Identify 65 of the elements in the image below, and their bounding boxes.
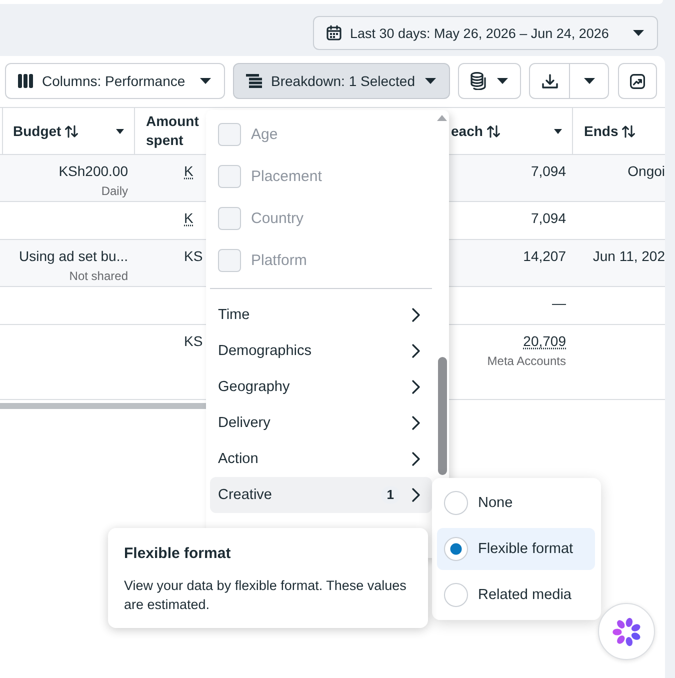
column-header[interactable]: Ends bbox=[573, 108, 665, 154]
caret-icon bbox=[633, 30, 644, 36]
sort-icon bbox=[65, 124, 78, 138]
caret-icon bbox=[200, 78, 211, 84]
table-cell: — bbox=[552, 294, 566, 312]
chevron-icon bbox=[412, 344, 420, 358]
tooltip-text: View your data by flexible format. These values are estimated. bbox=[124, 577, 408, 614]
radio-button[interactable] bbox=[444, 583, 468, 607]
vertical-scrollbar[interactable] bbox=[438, 357, 447, 475]
chevron-icon bbox=[412, 488, 420, 502]
caret-icon bbox=[554, 128, 562, 134]
coin-stack-icon bbox=[470, 72, 487, 90]
table-cell: KSh200.00 bbox=[58, 162, 128, 180]
table-cell: 7,094 bbox=[530, 209, 566, 227]
caret-icon bbox=[116, 128, 124, 134]
download-options-button[interactable] bbox=[569, 63, 609, 99]
chart-button[interactable] bbox=[618, 63, 657, 99]
columns-icon bbox=[18, 74, 33, 88]
caret-icon bbox=[584, 78, 594, 84]
download-button[interactable] bbox=[529, 63, 570, 99]
caret-icon bbox=[497, 78, 508, 84]
petal-ring-icon bbox=[612, 616, 642, 646]
radio-option[interactable]: Flexible format bbox=[437, 528, 595, 570]
sort-icon bbox=[486, 124, 500, 138]
chevron-icon bbox=[412, 380, 420, 394]
coin-stack-menu-button[interactable] bbox=[458, 63, 521, 99]
caret-icon bbox=[425, 78, 436, 84]
radio-option[interactable]: None bbox=[437, 482, 595, 524]
tooltip-title: Flexible format bbox=[124, 544, 232, 564]
table-cell: KS bbox=[184, 247, 203, 265]
menu-item[interactable]: Delivery bbox=[210, 405, 432, 441]
menu-item[interactable]: Time bbox=[210, 297, 432, 333]
columns-button[interactable]: Columns: Performance bbox=[5, 63, 225, 99]
chevron-icon bbox=[412, 416, 420, 430]
date-range-button[interactable]: Last 30 days: May 26, 2026 – Jun 24, 2026 bbox=[313, 16, 658, 50]
radio-button[interactable] bbox=[444, 537, 468, 561]
menu-item[interactable]: Demographics bbox=[210, 333, 432, 369]
breakdown-icon bbox=[246, 74, 262, 88]
menu-item[interactable]: Action bbox=[210, 441, 432, 477]
table-cell: 14,207 bbox=[523, 247, 566, 265]
column-header[interactable]: Budget bbox=[2, 108, 135, 154]
cell-note: Meta Accounts bbox=[487, 353, 566, 369]
table-cell: Jun 11, 202 bbox=[592, 247, 665, 265]
table-cell: Using ad set bu... bbox=[19, 247, 128, 265]
column-header[interactable]: each bbox=[450, 108, 573, 154]
table-cell: Ongoi bbox=[628, 162, 665, 180]
scroll-up-icon bbox=[437, 115, 447, 121]
table-cell: 7,094 bbox=[530, 162, 566, 180]
radio-option[interactable]: Related media bbox=[437, 574, 595, 616]
table-cell: KS bbox=[184, 332, 203, 350]
radio-button[interactable] bbox=[444, 491, 468, 515]
sort-icon bbox=[622, 124, 636, 138]
chart-icon bbox=[630, 74, 645, 88]
table-cell: K bbox=[184, 209, 194, 227]
breakdown-button[interactable]: Breakdown: 1 Selected bbox=[233, 63, 450, 99]
cell-note: Not shared bbox=[69, 268, 128, 284]
menu-item[interactable]: Geography bbox=[210, 369, 432, 405]
download-icon bbox=[542, 74, 558, 88]
table-cell: K bbox=[184, 162, 194, 180]
chevron-icon bbox=[412, 452, 420, 466]
calendar-icon bbox=[326, 25, 342, 41]
table-cell: 20,709 bbox=[523, 332, 566, 350]
cell-note: Daily bbox=[101, 183, 128, 199]
menu-item[interactable]: Creative 1 bbox=[210, 477, 432, 513]
chevron-icon bbox=[412, 308, 420, 322]
